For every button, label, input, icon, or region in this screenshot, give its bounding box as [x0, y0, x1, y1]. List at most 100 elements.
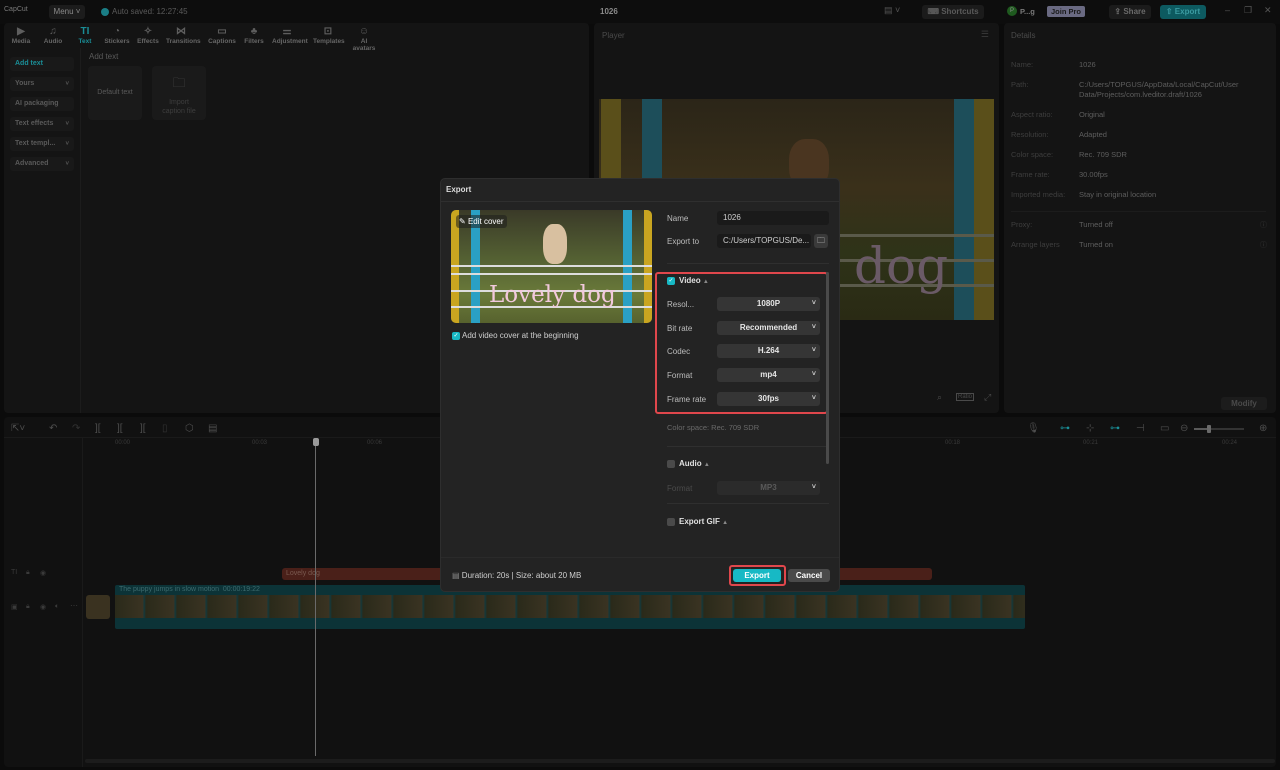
lock-icon[interactable]: 🔒︎: [26, 569, 30, 577]
speaker-icon[interactable]: 🔈︎: [55, 603, 59, 611]
cancel-button[interactable]: Cancel: [788, 569, 830, 582]
audio-format-label: Format: [667, 484, 693, 493]
microphone-icon[interactable]: 🎙: [1027, 423, 1040, 434]
tool-stickers[interactable]: ◔ Stickers: [102, 25, 132, 45]
detail-value: 1026: [1079, 60, 1096, 69]
menu-label: Menu: [53, 7, 74, 16]
zoom-fit-icon[interactable]: ⌕: [937, 392, 942, 403]
audio-format-select[interactable]: MP3 ˅: [717, 481, 820, 495]
minimize-icon[interactable]: –: [1225, 5, 1230, 15]
edit-cover-button[interactable]: ✎ Edit cover: [456, 215, 507, 228]
layout-icon[interactable]: ▤ ˅: [884, 5, 900, 16]
tool-adjustment[interactable]: ⚌ Adjustment: [272, 25, 308, 45]
keyboard-icon: ⌨: [927, 7, 942, 16]
tool-transitions[interactable]: ⋈ Transitions: [166, 25, 201, 45]
zoom-slider[interactable]: [1194, 425, 1244, 433]
sidebar-item-text-effects[interactable]: Text effects ˅: [10, 117, 74, 131]
tool-ai-avatars[interactable]: ☺ AI avatars: [349, 25, 379, 52]
transitions-icon: ⋈: [176, 26, 186, 37]
redo-icon[interactable]: ↷: [72, 423, 80, 434]
frame-rate-select[interactable]: 30fps ˅: [717, 391, 820, 406]
shortcuts-button[interactable]: ⌨ Shortcuts: [922, 5, 984, 19]
menu-button[interactable]: Menu ˅: [49, 5, 85, 19]
import-caption-card[interactable]: 🗀 Import caption file: [152, 66, 206, 120]
fullscreen-icon[interactable]: ⤢: [984, 392, 991, 403]
select-tool-icon[interactable]: ⇱˅: [11, 423, 25, 434]
chevron-down-icon: ˅: [811, 484, 816, 491]
tool-filters[interactable]: ♣ Filters: [239, 25, 269, 45]
more-icon[interactable]: ⋯: [70, 601, 78, 610]
tool-templates[interactable]: ⊡ Templates: [313, 25, 345, 45]
close-icon[interactable]: ✕: [1264, 5, 1272, 16]
lock-icon[interactable]: 🔒︎: [26, 603, 30, 611]
zoom-slider-handle[interactable]: [1207, 425, 1211, 433]
upload-icon: ⇧: [1165, 7, 1175, 16]
playhead-handle[interactable]: [313, 438, 319, 446]
undo-icon[interactable]: ↶: [49, 423, 57, 434]
thumbnail-icon[interactable]: ▭: [1160, 423, 1169, 434]
delete-icon[interactable]: ▯: [162, 423, 168, 434]
tool-effects[interactable]: ✧ Effects: [133, 25, 163, 45]
sidebar-item-text-templ-[interactable]: Text templ... ˅: [10, 137, 74, 151]
format-select[interactable]: mp4 ˅: [717, 368, 820, 383]
cover-preview[interactable]: Lovely dog ✎ Edit cover: [451, 210, 652, 323]
snap-icon[interactable]: ⊹: [1086, 423, 1094, 434]
horizontal-scrollbar[interactable]: [85, 759, 1275, 763]
zoom-in-icon[interactable]: ⊕: [1259, 423, 1267, 434]
zoom-out-icon[interactable]: ⊖: [1180, 423, 1188, 434]
color-space-note: Color space: Rec. 709 SDR: [667, 423, 760, 432]
ratio-button[interactable]: Ratio: [956, 393, 975, 401]
tool-media[interactable]: ▶ Media: [6, 25, 36, 45]
dialog-scrollbar[interactable]: [826, 272, 829, 464]
export-path-field[interactable]: C:/Users/TOPGUS/De...: [717, 234, 811, 248]
gif-checkbox[interactable]: [667, 518, 675, 526]
split-left-icon[interactable]: ][: [117, 423, 123, 434]
link-main-track-icon[interactable]: ⊶: [1060, 423, 1070, 434]
linkage-icon[interactable]: ⊶: [1110, 423, 1120, 434]
export-top-label: Export: [1174, 7, 1201, 16]
sidebar-item-yours[interactable]: Yours ˅: [10, 77, 74, 91]
user-name[interactable]: P...g: [1020, 7, 1035, 16]
gif-section-title[interactable]: Export GIF ▲: [679, 517, 728, 526]
detail-label: Name:: [1011, 60, 1034, 69]
avatar[interactable]: P: [1007, 6, 1017, 16]
add-cover-checkbox[interactable]: ✓: [452, 332, 460, 340]
collapse-icon: ▲: [702, 279, 709, 285]
eye-icon[interactable]: ◉: [40, 603, 46, 611]
tool-audio[interactable]: ♫ Audio: [38, 25, 68, 45]
sidebar-item-advanced[interactable]: Advanced ˅: [10, 157, 74, 171]
video-section-title[interactable]: Video ▲: [679, 276, 709, 285]
modify-button[interactable]: Modify: [1221, 397, 1267, 410]
eye-icon[interactable]: ◉: [40, 569, 46, 577]
tool-label: Stickers: [104, 38, 130, 45]
audio-checkbox[interactable]: [667, 460, 675, 468]
resolution-select[interactable]: 1080P ˅: [717, 297, 820, 311]
sidebar-item-ai-packaging[interactable]: AI packaging: [10, 97, 74, 111]
tool-captions[interactable]: ▭ Captions: [207, 25, 237, 45]
split-icon[interactable]: ][: [95, 423, 101, 434]
video-checkbox[interactable]: ✓: [667, 277, 675, 285]
auto-caption-icon[interactable]: ▤: [208, 423, 217, 434]
restore-icon[interactable]: ❐: [1244, 5, 1252, 16]
default-text-card[interactable]: Default text: [88, 66, 142, 120]
help-icon[interactable]: ⓘ: [1260, 220, 1267, 230]
shield-icon[interactable]: ⬡: [185, 423, 194, 434]
hamburger-icon[interactable]: ☰: [981, 29, 989, 40]
folder-button[interactable]: 🗀: [814, 234, 828, 248]
split-right-icon[interactable]: ][: [140, 423, 146, 434]
bit-rate-select[interactable]: Recommended ˅: [717, 320, 820, 335]
preview-axis-icon[interactable]: ⊣: [1136, 423, 1145, 434]
sidebar-item-add-text[interactable]: Add text: [10, 57, 74, 71]
help-icon[interactable]: ⓘ: [1260, 240, 1267, 250]
export-button[interactable]: Export: [733, 569, 781, 582]
share-button[interactable]: ⇪ Share: [1109, 5, 1151, 19]
tool-label: Media: [11, 38, 31, 45]
name-input[interactable]: [717, 211, 829, 225]
format-label: Format: [667, 371, 693, 381]
tool-text[interactable]: TI Text: [70, 25, 100, 45]
codec-select[interactable]: H.264 ˅: [717, 344, 820, 359]
cover-thumbnail[interactable]: [86, 595, 110, 619]
join-pro-button[interactable]: Join Pro: [1047, 6, 1085, 17]
audio-section-title[interactable]: Audio ▲: [679, 459, 710, 468]
export-top-button[interactable]: ⇧ Export: [1160, 5, 1206, 19]
